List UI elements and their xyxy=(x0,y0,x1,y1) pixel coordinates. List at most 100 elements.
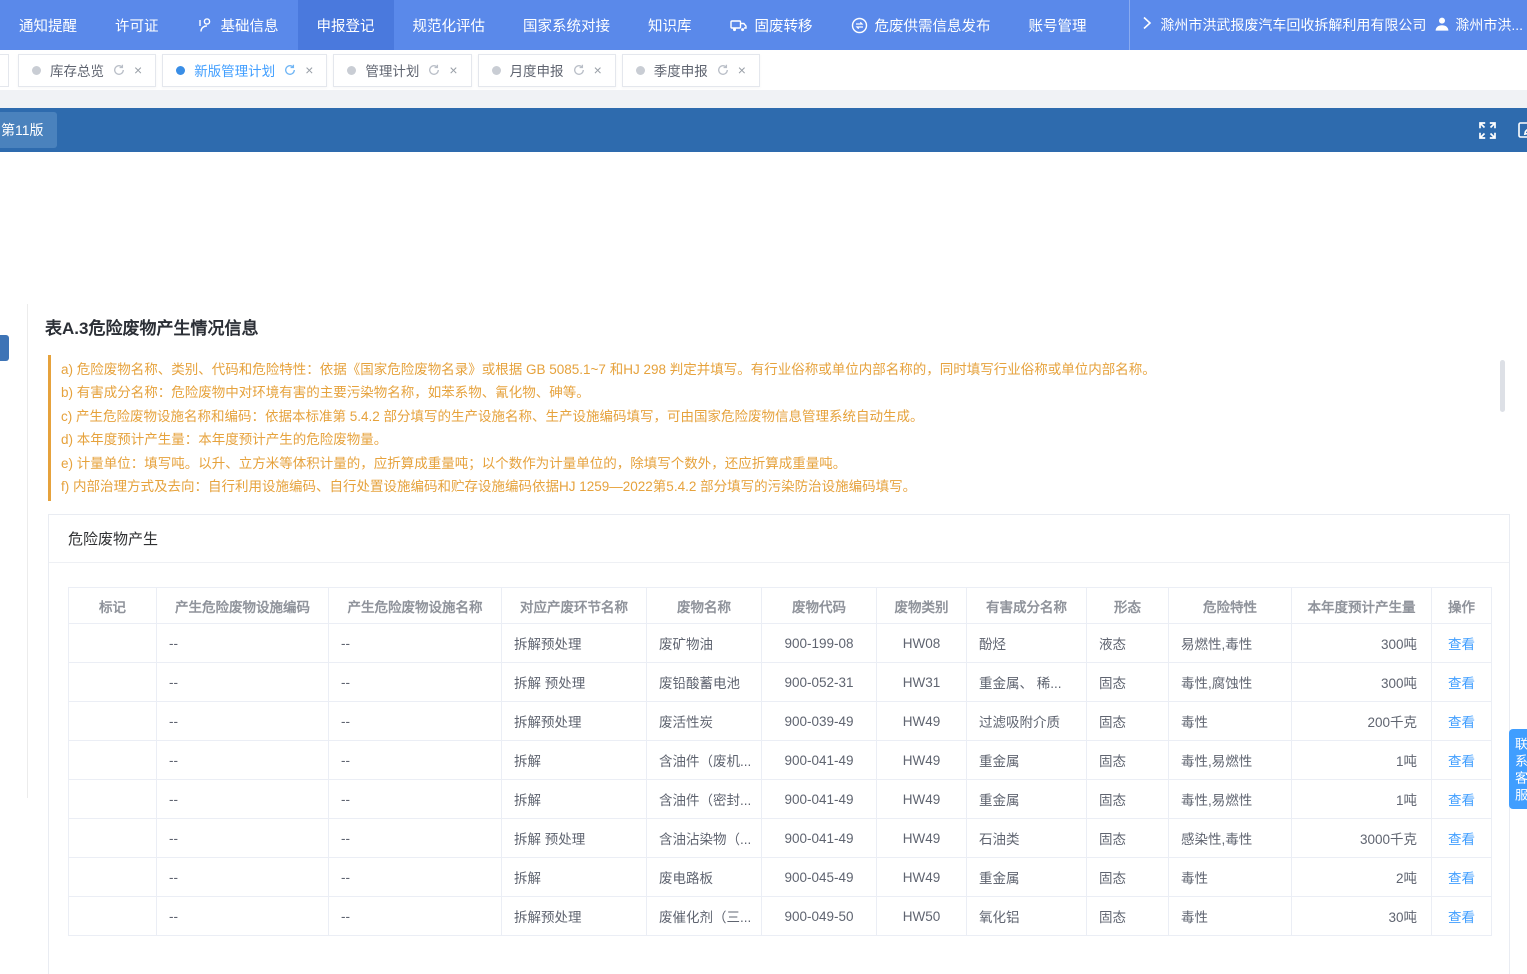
cell-waste-category: HW31 xyxy=(877,663,967,702)
close-icon[interactable]: × xyxy=(449,63,457,77)
cell-facility-code: -- xyxy=(157,897,329,936)
col-annual-amount: 本年度预计产生量 xyxy=(1292,588,1432,624)
nav-item-waste-transfer[interactable]: 固废转移 xyxy=(711,0,832,50)
cell-mark xyxy=(69,702,157,741)
cell-form: 固态 xyxy=(1087,819,1169,858)
view-link[interactable]: 查看 xyxy=(1448,793,1475,808)
cell-annual-amount: 200千克 xyxy=(1292,702,1432,741)
nav-item-notifications[interactable]: 通知提醒 xyxy=(0,0,96,50)
page-title: 表A.3危险废物产生情况信息 xyxy=(45,314,258,339)
cell-waste-name: 废活性炭 xyxy=(647,702,762,741)
close-icon[interactable]: × xyxy=(305,63,313,77)
nav-item-supply-demand-publish[interactable]: 危废供需信息发布 xyxy=(832,0,1010,50)
view-link[interactable]: 查看 xyxy=(1448,910,1475,925)
nav-item-label: 危废供需信息发布 xyxy=(875,15,991,36)
nav-item-national-system[interactable]: 国家系统对接 xyxy=(504,0,629,50)
view-link[interactable]: 查看 xyxy=(1448,754,1475,769)
cell-mark xyxy=(69,741,157,780)
nav-item-knowledge-base[interactable]: 知识库 xyxy=(629,0,711,50)
close-icon[interactable]: × xyxy=(594,63,602,77)
refresh-icon[interactable] xyxy=(717,64,729,76)
view-link[interactable]: 查看 xyxy=(1448,871,1475,886)
tab-new-management-plan[interactable]: 新版管理计划 × xyxy=(162,54,327,87)
cell-form: 固态 xyxy=(1087,702,1169,741)
cell-hazard-trait: 易燃性,毒性 xyxy=(1169,624,1292,663)
cell-harmful-component: 重金属 xyxy=(967,780,1087,819)
cell-hazard-trait: 毒性 xyxy=(1169,702,1292,741)
cell-waste-name: 废电路板 xyxy=(647,858,762,897)
cell-actions: 查看 xyxy=(1432,897,1492,936)
cell-annual-amount: 1吨 xyxy=(1292,780,1432,819)
tab-monthly-declaration[interactable]: 月度申报 × xyxy=(478,54,616,87)
nav-item-license[interactable]: 许可证 xyxy=(96,0,178,50)
view-link[interactable]: 查看 xyxy=(1448,637,1475,652)
close-icon[interactable]: × xyxy=(134,63,142,77)
nav-item-label: 基础信息 xyxy=(221,15,279,36)
contact-service-button[interactable]: 联系客服 xyxy=(1509,729,1527,809)
view-link[interactable]: 查看 xyxy=(1448,715,1475,730)
cell-process-stage: 拆解预处理 xyxy=(502,624,647,663)
tabbar-gap xyxy=(0,90,1527,108)
fullscreen-icon[interactable] xyxy=(1478,121,1497,140)
cell-waste-category: HW49 xyxy=(877,702,967,741)
edit-icon[interactable] xyxy=(1517,120,1527,140)
cell-annual-amount: 300吨 xyxy=(1292,663,1432,702)
truck-icon xyxy=(730,18,748,33)
company-name: 滁州市洪武报废汽车回收拆解利用有限公司 xyxy=(1160,15,1426,35)
close-icon[interactable]: × xyxy=(738,63,746,77)
cell-facility-code: -- xyxy=(157,858,329,897)
version-badge[interactable]: 第11版 xyxy=(0,112,57,148)
nav-item-account[interactable]: 账号管理 xyxy=(1010,0,1090,50)
note-line-a: a) 危险废物名称、类别、代码和危险特性：依据《国家危险废物名录》或根据 GB … xyxy=(61,358,1497,381)
cell-mark xyxy=(69,858,157,897)
col-mark: 标记 xyxy=(69,588,157,624)
cell-process-stage: 拆解预处理 xyxy=(502,897,647,936)
cell-facility-name: -- xyxy=(329,897,502,936)
cell-waste-name: 含油沾染物（... xyxy=(647,819,762,858)
tab-status-dot xyxy=(492,66,501,75)
table-row: -- -- 拆解 含油件（废机... 900-041-49 HW49 重金属 固… xyxy=(69,741,1492,780)
refresh-icon[interactable] xyxy=(284,64,296,76)
cell-waste-category: HW49 xyxy=(877,780,967,819)
drawer-handle[interactable] xyxy=(0,335,9,361)
table-row: -- -- 拆解 预处理 废铅酸蓄电池 900-052-31 HW31 重金属、… xyxy=(69,663,1492,702)
cell-process-stage: 拆解 xyxy=(502,858,647,897)
cell-form: 固态 xyxy=(1087,663,1169,702)
nav-item-label: 规范化评估 xyxy=(413,15,486,36)
cell-harmful-component: 氧化铝 xyxy=(967,897,1087,936)
refresh-icon[interactable] xyxy=(113,64,125,76)
view-link[interactable]: 查看 xyxy=(1448,832,1475,847)
cell-actions: 查看 xyxy=(1432,702,1492,741)
nav-item-label: 固废转移 xyxy=(755,15,813,36)
cell-mark xyxy=(69,780,157,819)
refresh-icon[interactable] xyxy=(573,64,585,76)
chevron-right-icon[interactable] xyxy=(1142,16,1152,35)
cell-annual-amount: 3000千克 xyxy=(1292,819,1432,858)
cell-facility-name: -- xyxy=(329,780,502,819)
user-menu[interactable]: 滁州市洪... xyxy=(1434,15,1523,35)
table-row: -- -- 拆解 预处理 含油沾染物（... 900-041-49 HW49 石… xyxy=(69,819,1492,858)
cell-process-stage: 拆解 xyxy=(502,780,647,819)
tab-management-plan[interactable]: 管理计划 × xyxy=(333,54,471,87)
table-wrapper: 标记 产生危险废物设施编码 产生危险废物设施名称 对应产废环节名称 废物名称 废… xyxy=(49,563,1509,936)
cell-actions: 查看 xyxy=(1432,663,1492,702)
cell-hazard-trait: 感染性,毒性 xyxy=(1169,819,1292,858)
nav-item-label: 许可证 xyxy=(115,15,159,36)
cell-mark xyxy=(69,897,157,936)
cell-waste-name: 废矿物油 xyxy=(647,624,762,663)
scrollbar-thumb[interactable] xyxy=(1500,360,1505,412)
cell-form: 固态 xyxy=(1087,897,1169,936)
refresh-icon[interactable] xyxy=(428,64,440,76)
nav-item-label: 账号管理 xyxy=(1029,15,1087,36)
cell-actions: 查看 xyxy=(1432,741,1492,780)
tab-inventory-overview[interactable]: 库存总览 × xyxy=(18,54,156,87)
nav-item-basic-info[interactable]: 基础信息 xyxy=(178,0,298,50)
cell-process-stage: 拆解 预处理 xyxy=(502,663,647,702)
col-process-stage: 对应产废环节名称 xyxy=(502,588,647,624)
tab-quarterly-declaration[interactable]: 季度申报 × xyxy=(622,54,760,87)
nav-item-standard-assessment[interactable]: 规范化评估 xyxy=(394,0,505,50)
nav-item-declaration[interactable]: 申报登记 xyxy=(298,0,394,50)
cell-harmful-component: 重金属 xyxy=(967,741,1087,780)
tab-partial[interactable] xyxy=(0,54,9,87)
view-link[interactable]: 查看 xyxy=(1448,676,1475,691)
